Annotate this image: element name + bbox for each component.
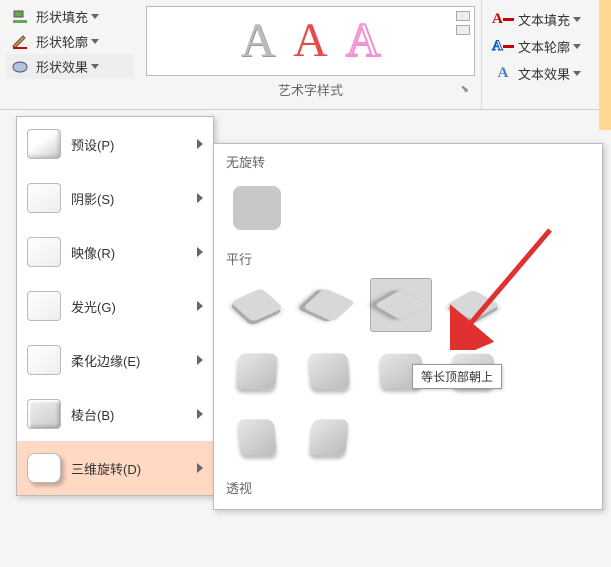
rotation-parallel-9[interactable] — [226, 410, 288, 464]
effects-icon — [10, 58, 32, 76]
effects-soft-edges-label: 柔化边缘(E) — [71, 351, 140, 370]
shadow-icon — [27, 183, 61, 213]
shape-outline-label: 形状轮廓 — [36, 32, 88, 51]
effects-3d-rotation[interactable]: 三维旋转(D) — [17, 441, 213, 495]
no-rotation-header: 无旋转 — [214, 144, 602, 175]
effects-soft-edges[interactable]: 柔化边缘(E) — [17, 333, 213, 387]
text-fill-icon: A — [492, 11, 514, 29]
perspective-header: 透视 — [214, 470, 602, 501]
chevron-right-icon — [197, 355, 203, 365]
parallel-header: 平行 — [214, 241, 602, 272]
text-effects-icon: A — [492, 65, 514, 83]
chevron-right-icon — [197, 301, 203, 311]
text-fill-label: 文本填充 — [518, 10, 570, 29]
rotation-none[interactable] — [226, 181, 288, 235]
wordart-style-1[interactable]: A — [240, 17, 275, 65]
chevron-down-icon — [573, 44, 581, 49]
shape-fill-label: 形状填充 — [36, 7, 88, 26]
wordart-section-label: 艺术字样式 ⬊ — [146, 76, 475, 103]
format-ribbon: 形状填充 形状轮廓 形状效果 A A A 艺术字样式 ⬊ A 文本填充 — [0, 0, 611, 110]
shape-effects-menu: 预设(P) 阴影(S) 映像(R) 发光(G) 柔化边缘(E) 棱台(B) 三维… — [16, 116, 214, 496]
effects-glow[interactable]: 发光(G) — [17, 279, 213, 333]
rotation-isometric-top-up[interactable] — [370, 278, 432, 332]
chevron-right-icon — [197, 247, 203, 257]
rotation-parallel-4[interactable] — [442, 278, 504, 332]
effects-3d-rotation-label: 三维旋转(D) — [71, 459, 141, 478]
bevel-icon — [27, 399, 61, 429]
effects-preset-label: 预设(P) — [71, 135, 114, 154]
wordart-style-3[interactable]: A — [346, 17, 381, 65]
shape-fill-button[interactable]: 形状填充 — [6, 4, 134, 29]
rotation-3d-gallery: 无旋转 平行 透视 — [213, 143, 603, 510]
text-effects-button[interactable]: A 文本效果 — [490, 60, 603, 87]
dialog-launcher-icon[interactable]: ⬊ — [461, 84, 469, 95]
effects-reflection-label: 映像(R) — [71, 243, 115, 262]
effects-shadow[interactable]: 阴影(S) — [17, 171, 213, 225]
wordart-style-2[interactable]: A — [293, 17, 328, 65]
rotation-parallel-1[interactable] — [226, 278, 288, 332]
effects-bevel-label: 棱台(B) — [71, 405, 114, 424]
chevron-right-icon — [197, 409, 203, 419]
wordart-gallery-expand[interactable] — [456, 11, 470, 35]
effects-shadow-label: 阴影(S) — [71, 189, 114, 208]
shape-effects-button[interactable]: 形状效果 — [6, 54, 134, 79]
shape-group: 形状填充 形状轮廓 形状效果 — [0, 0, 140, 109]
effects-preset[interactable]: 预设(P) — [17, 117, 213, 171]
effects-reflection[interactable]: 映像(R) — [17, 225, 213, 279]
preset-icon — [27, 129, 61, 159]
text-fill-button[interactable]: A 文本填充 — [490, 6, 603, 33]
reflection-icon — [27, 237, 61, 267]
chevron-down-icon — [91, 14, 99, 19]
text-group: A 文本填充 A 文本轮廓 A 文本效果 — [481, 0, 611, 109]
shape-outline-button[interactable]: 形状轮廓 — [6, 29, 134, 54]
chevron-down-icon — [91, 39, 99, 44]
rotation-parallel-6[interactable] — [298, 344, 360, 398]
rotation-3d-icon — [27, 453, 61, 483]
wordart-styles-group: A A A 艺术字样式 ⬊ — [140, 0, 481, 109]
wordart-gallery[interactable]: A A A — [146, 6, 475, 76]
rotation-tooltip: 等长顶部朝上 — [412, 364, 502, 389]
shape-effects-label: 形状效果 — [36, 57, 88, 76]
effects-glow-label: 发光(G) — [71, 297, 116, 316]
text-effects-label: 文本效果 — [518, 64, 570, 83]
text-outline-icon: A — [492, 38, 514, 56]
chevron-down-icon — [573, 71, 581, 76]
rotation-parallel-2[interactable] — [298, 278, 360, 332]
chevron-down-icon — [91, 64, 99, 69]
rotation-parallel-10[interactable] — [298, 410, 360, 464]
bucket-icon — [10, 8, 32, 26]
chevron-down-icon — [573, 17, 581, 22]
glow-icon — [27, 291, 61, 321]
chevron-right-icon — [197, 139, 203, 149]
effects-bevel[interactable]: 棱台(B) — [17, 387, 213, 441]
pen-icon — [10, 33, 32, 51]
chevron-right-icon — [197, 193, 203, 203]
right-panel-edge — [599, 0, 611, 130]
soft-edges-icon — [27, 345, 61, 375]
rotation-parallel-5[interactable] — [226, 344, 288, 398]
chevron-right-icon — [197, 463, 203, 473]
text-outline-button[interactable]: A 文本轮廓 — [490, 33, 603, 60]
text-outline-label: 文本轮廓 — [518, 37, 570, 56]
